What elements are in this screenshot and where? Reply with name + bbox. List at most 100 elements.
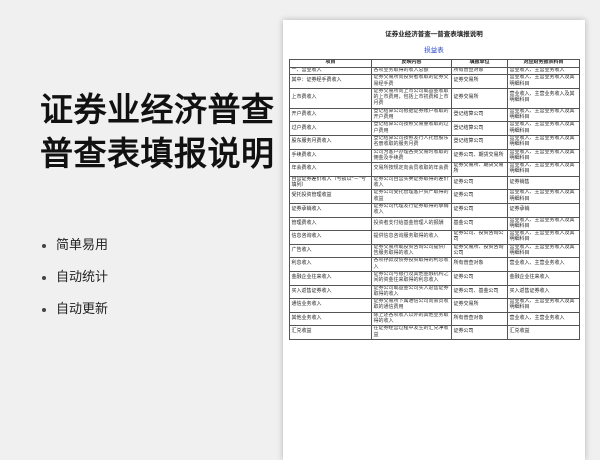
- table-cell: 金融企业往来收入: [289, 270, 372, 286]
- table-cell: 管理费收入: [289, 216, 372, 232]
- table-cell: 证券公司: [451, 270, 508, 286]
- table-cell: 汇兑收益: [289, 325, 372, 340]
- table-cell: 营业收入、主营业务收入及其明细科目: [507, 134, 580, 150]
- table-cell: 提供信息咨询服务取得的收入: [371, 230, 452, 245]
- table-row: 信息咨询收入 提供信息咨询服务取得的收入 证券公司、投资咨询公司 营业收入、主营业务收…: [289, 230, 580, 245]
- table-cell: 在证券经营过程中发生的汇兑净收益: [371, 325, 452, 340]
- table-cell: 证券交易所或投资咨询公司提供广告服务取得的收入: [371, 243, 452, 259]
- table-cell: 证券销售: [507, 175, 580, 191]
- feature-label: 简单易用: [56, 238, 109, 253]
- table-cell: 证券交易所、期货交易所: [451, 162, 508, 177]
- table-cell: 开户费收入: [289, 107, 372, 123]
- table-cell: 证券公司代理发行证券取得的承销收入: [371, 202, 452, 218]
- feature-list: 简单易用 自动统计 自动更新: [42, 230, 108, 326]
- column-header: 项目: [289, 59, 372, 68]
- table-cell: 信息咨询收入: [289, 230, 372, 245]
- table-cell: 证券交易所: [451, 298, 508, 313]
- table-row: 受托投资管理收益 证券公司受托管理客户资产取得的收益 证券公司 营业收入、主营业务收入…: [289, 189, 580, 204]
- table-cell: 登记结算公司根据证券账户收取的开户费用: [371, 107, 452, 123]
- table-cell: 证券承销: [507, 202, 580, 218]
- table-cell: 各项存款及债券投资取得的利息收入: [371, 257, 452, 272]
- table-cell: 一、营业收入: [289, 66, 372, 76]
- table-cell: 营业收入、主营业务收入及其明细科目: [507, 230, 580, 245]
- table-cell: 过户费收入: [289, 121, 372, 136]
- table-row: 通信业务收入 证券交易所下属通信公司向会员收取的通信费用 证券交易所 营业收入、主营业…: [289, 298, 580, 313]
- table-row: 广告收入 证券交易所或投资咨询公司提供广告服务取得的收入 证券交易所、投资咨询公司营…: [289, 243, 580, 259]
- table-cell: 证券公司: [451, 325, 508, 340]
- table-cell: 所有普查对象: [451, 66, 508, 76]
- table-cell: 各项业务取得的收入总额: [371, 66, 452, 76]
- table-cell: 登记结算公司: [451, 121, 508, 136]
- table-cell: 营业收入、主营业务收入及其明细科目: [507, 189, 580, 204]
- headline-line-2: 普查表填报说明: [40, 134, 275, 173]
- feature-item: 自动统计: [42, 262, 108, 294]
- table-cell: 营业收入、主营业务收入及其明细科目: [507, 148, 580, 164]
- table-cell: 登记结算公司按照交易量收取的过户费用: [371, 121, 452, 136]
- table-row: 一、营业收入 各项业务取得的收入总额 所有普查对象 营业收入、主营业务收入: [289, 66, 580, 76]
- feature-item: 简单易用: [42, 230, 108, 262]
- table-cell: 营业收入、主营业务收入及其明细科目: [507, 74, 580, 89]
- table-cell: 登记结算公司: [451, 134, 508, 150]
- bullet-icon: [42, 275, 46, 280]
- table-cell: 证券公司: [451, 175, 508, 191]
- table-cell: 营业收入、主营业务收入及其明细科目: [507, 121, 580, 136]
- bullet-icon: [42, 243, 46, 248]
- table-cell: 证券交易所下属通信公司向会员收取的通信费用: [371, 298, 452, 313]
- table-cell: 买入返售证券收入: [289, 284, 372, 300]
- table-cell: 证券交易所向投资者收取的证券交易经手费: [371, 74, 452, 89]
- table-cell: 证券公司、投资咨询公司: [451, 230, 508, 245]
- feature-label: 自动统计: [56, 270, 109, 285]
- table-row: 上市费收入 证券交易所向上市公司或基金收取的上市费用，包括上市初费和上市月费 证券交…: [289, 87, 580, 109]
- table-cell: 证券公司、期货交易所: [451, 148, 508, 164]
- table-cell: 证券承销收入: [289, 202, 372, 218]
- table-cell: 年会费收入: [289, 162, 372, 177]
- table-cell: 证券交易所向上市公司或基金收取的上市费用，包括上市初费和上市月费: [371, 87, 452, 109]
- table-cell: 利息收入: [289, 257, 372, 272]
- document-preview: 证券业经济普查一普查表填报说明 损益表 项目 反映内容 填报单位 对应财务报表科…: [283, 20, 585, 460]
- table-cell: 上市费收入: [289, 87, 372, 109]
- table-row: 汇兑收益 在证券经营过程中发生的汇兑净收益 证券公司 汇兑收益: [289, 325, 580, 340]
- table-cell: 手续费收入: [289, 148, 372, 164]
- table-cell: 证券公司、基金公司: [451, 284, 508, 300]
- table-row: 其他业务收入 除上述各项收入以外的其他业务取得的收入 所有普查对象 营业收入、主营业务…: [289, 311, 580, 327]
- table-cell: 受托投资管理收益: [289, 189, 372, 204]
- table-cell: 营业收入、主营业务收入及其明细科目: [507, 298, 580, 313]
- feature-label: 自动更新: [56, 302, 109, 317]
- column-header: 填报单位: [451, 59, 508, 68]
- table-cell: 其中：证券经手费收入: [289, 74, 372, 89]
- column-header: 对应财务报表科目: [507, 59, 580, 68]
- table-row: 其中：证券经手费收入 证券交易所向投资者收取的证券交易经手费 证券交易所 营业收入、主…: [289, 74, 580, 89]
- table-cell: 所有普查对象: [451, 311, 508, 327]
- feature-item: 自动更新: [42, 294, 108, 326]
- table-header-row: 项目 反映内容 填报单位 对应财务报表科目: [289, 59, 580, 68]
- column-header: 反映内容: [371, 59, 452, 68]
- table-cell: 证券公司: [451, 202, 508, 218]
- table-cell: 除上述各项收入以外的其他业务取得的收入: [371, 311, 452, 327]
- table-cell: 营业收入、主营业务收入及其明细科目: [507, 162, 580, 177]
- report-table: 项目 反映内容 填报单位 对应财务报表科目 一、营业收入 各项业务取得的收入总额所…: [289, 59, 580, 340]
- table-row: 证券承销收入 证券公司代理发行证券取得的承销收入 证券公司 证券承销: [289, 202, 580, 218]
- table-cell: 买入返售证券收入: [507, 284, 580, 300]
- table-row: 手续费收入 公司为客户办理各类交易时收取的佣金及手续费 证券公司、期货交易所 营业收入…: [289, 148, 580, 164]
- table-row: 利息收入 各项存款及债券投资取得的利息收入 所有普查对象 营业收入、主营业务收入: [289, 257, 580, 272]
- table-cell: 自营证券差价收入（亏损以“－”号填列）: [289, 175, 372, 191]
- table-row: 自营证券差价收入（亏损以“－”号填列） 证券公司自营买卖证券取得的差价收入 证券公司…: [289, 175, 580, 191]
- table-row: 开户费收入 登记结算公司根据证券账户收取的开户费用 登记结算公司 营业收入、主营业务收…: [289, 107, 580, 123]
- document-subtitle: 损益表: [424, 47, 444, 54]
- table-cell: 营业收入、主营业务收入及其明细科目: [507, 87, 580, 109]
- table-cell: 股东服务月费收入: [289, 134, 372, 150]
- table-cell: 登记结算公司: [451, 107, 508, 123]
- table-cell: 基金公司: [451, 216, 508, 232]
- table-cell: 证券交易所、投资咨询公司: [451, 243, 508, 259]
- table-cell: 其他业务收入: [289, 311, 372, 327]
- document-title: 证券业经济普查一普查表填报说明: [385, 31, 483, 38]
- table-row: 年会费收入 交易所按规定向会员收取的年会费 证券交易所、期货交易所 营业收入、主营业务…: [289, 162, 580, 177]
- table-cell: 证券公司: [451, 189, 508, 204]
- table-cell: 营业收入、主营业务收入及其明细科目: [507, 107, 580, 123]
- table-row: 过户费收入 登记结算公司按照交易量收取的过户费用 登记结算公司 营业收入、主营业务收入…: [289, 121, 580, 136]
- table-row: 管理费收入 投资者支付给基金管理人的报酬 基金公司 营业收入、主营业务收入及其明细科目: [289, 216, 580, 232]
- table-cell: 证券公司或基金公司买入返售证券取得的收入: [371, 284, 452, 300]
- table-cell: 公司为客户办理各类交易时收取的佣金及手续费: [371, 148, 452, 164]
- table-body: 一、营业收入 各项业务取得的收入总额 所有普查对象 营业收入、主营业务收入 其中：证券经…: [289, 66, 580, 340]
- headline: 证券业经济普查 普查表填报说明: [40, 88, 275, 176]
